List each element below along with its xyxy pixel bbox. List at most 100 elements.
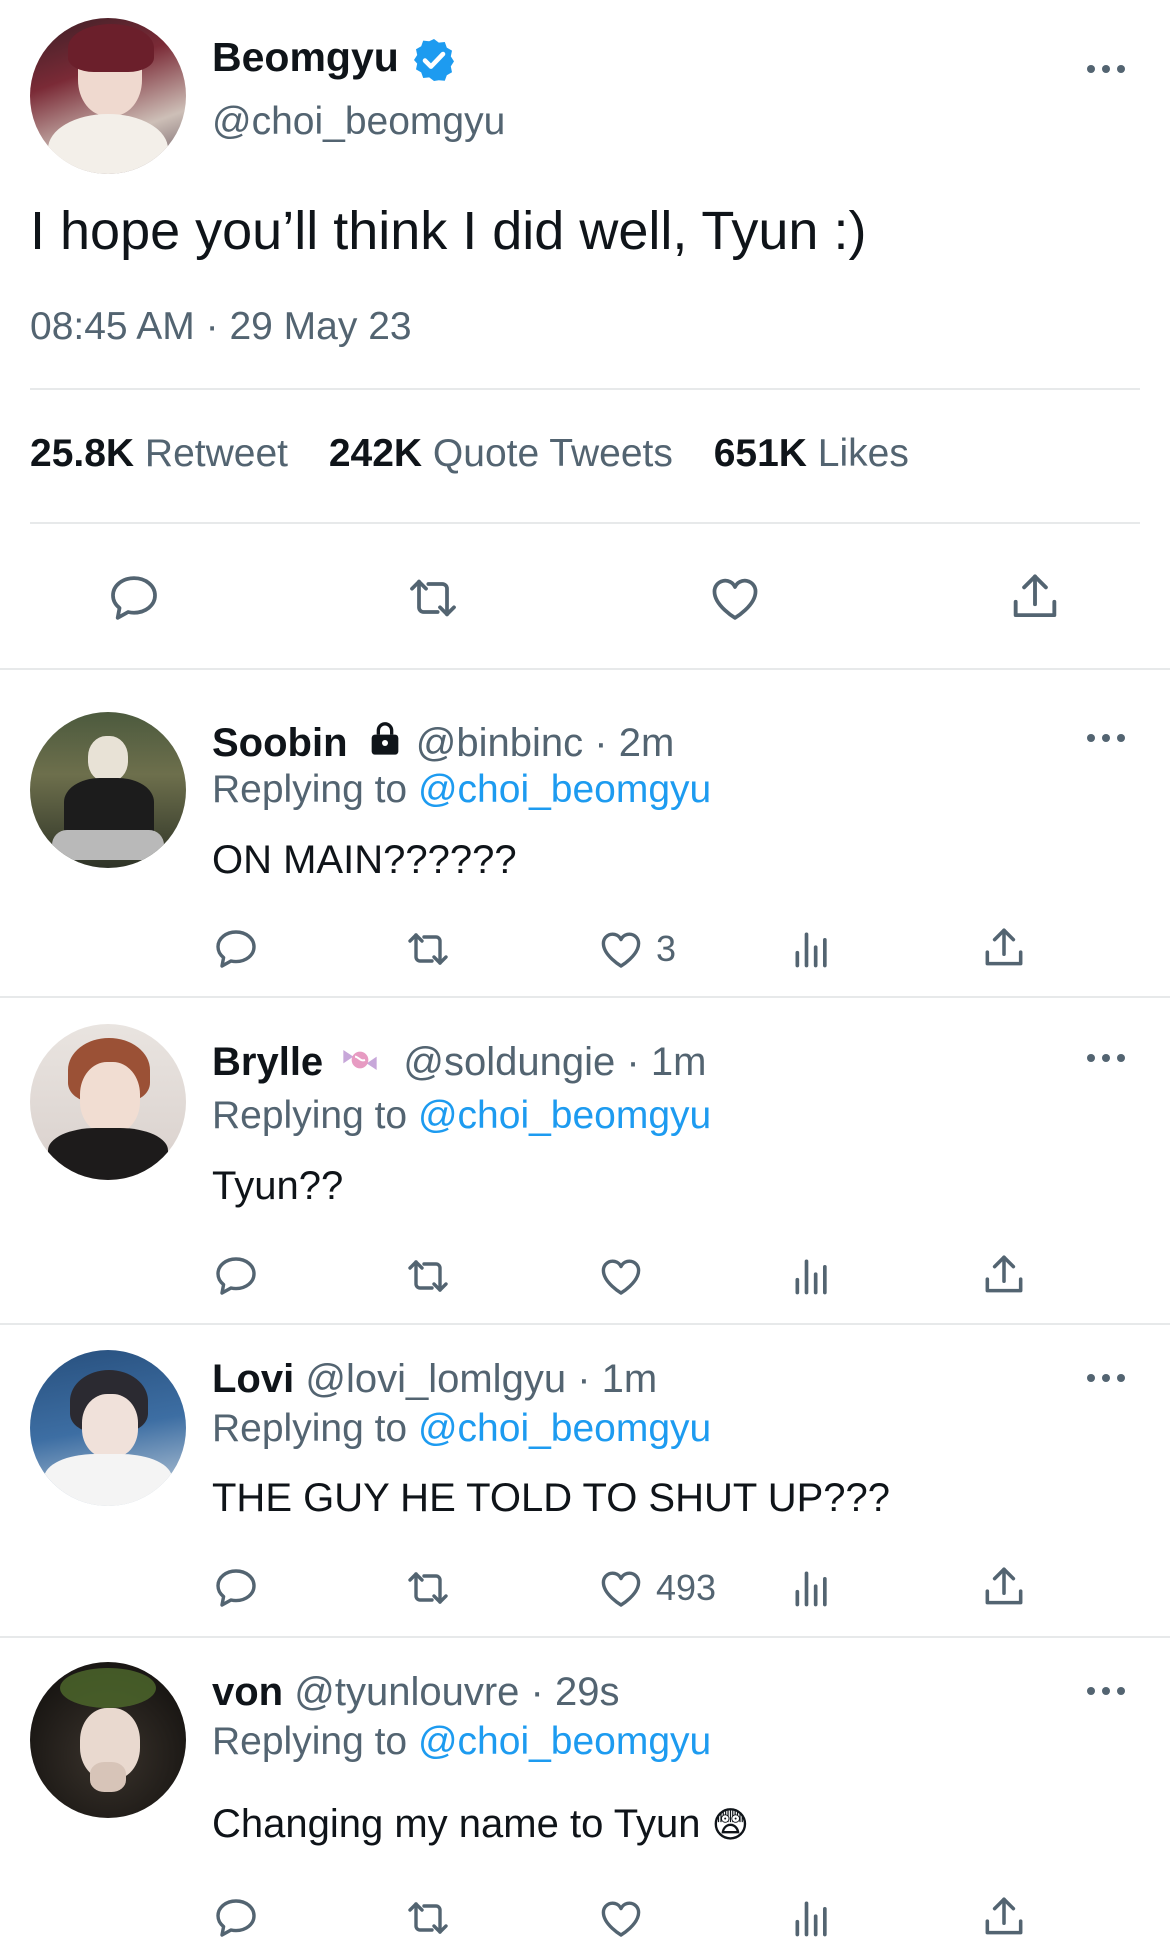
- divider: [30, 522, 1140, 524]
- reply-header: Lovi @lovi_lomlgyu · 1m: [212, 1357, 657, 1402]
- share-icon[interactable]: [979, 923, 1029, 973]
- lock-icon: [365, 718, 405, 758]
- reply-icon[interactable]: [212, 925, 260, 973]
- tweet-time: 08:45 AM: [30, 305, 195, 348]
- share-icon[interactable]: [979, 1250, 1029, 1300]
- reply-handle[interactable]: @lovi_lomlgyu: [305, 1357, 566, 1401]
- retweets-count: 25.8K: [30, 432, 135, 475]
- reply-avatar[interactable]: [30, 712, 186, 868]
- share-icon[interactable]: [979, 1562, 1029, 1612]
- replying-to: Replying to @choi_beomgyu: [212, 1720, 711, 1764]
- main-tweet-text: I hope you’ll think I did well, Tyun :): [30, 201, 867, 261]
- like-icon: [596, 1252, 646, 1300]
- share-icon[interactable]: [1006, 568, 1064, 626]
- reply-display-name[interactable]: Soobin: [212, 721, 348, 765]
- replying-to-link[interactable]: @choi_beomgyu: [418, 768, 711, 811]
- retweet-icon[interactable]: [402, 1252, 454, 1300]
- reply-display-name[interactable]: Lovi: [212, 1357, 294, 1401]
- analytics-icon[interactable]: [790, 925, 834, 973]
- replying-to-prefix: Replying to: [212, 1407, 408, 1450]
- like-action[interactable]: [596, 1894, 656, 1942]
- quotes-label: Quote Tweets: [432, 432, 673, 475]
- divider: [0, 996, 1170, 998]
- replying-to: Replying to @choi_beomgyu: [212, 768, 711, 812]
- like-count: 3: [656, 928, 677, 969]
- reply-handle[interactable]: @binbinc: [416, 721, 583, 765]
- reply-handle[interactable]: @tyunlouvre: [294, 1670, 519, 1714]
- reply-header: von @tyunlouvre · 29s: [212, 1670, 619, 1715]
- reply-header: Soobin @binbinc · 2m: [212, 718, 674, 766]
- verified-badge-icon: [410, 36, 458, 84]
- retweet-icon[interactable]: [402, 1894, 454, 1942]
- reply-icon[interactable]: [212, 1564, 260, 1612]
- more-options-icon[interactable]: [1087, 63, 1127, 75]
- reply-avatar[interactable]: [30, 1024, 186, 1180]
- like-action[interactable]: 493: [596, 1564, 716, 1612]
- reply-meta-separator: ·: [626, 1040, 640, 1084]
- analytics-icon[interactable]: [790, 1564, 834, 1612]
- reply-handle[interactable]: @soldungie: [403, 1040, 615, 1084]
- reply-icon[interactable]: [106, 570, 162, 626]
- replying-to-link[interactable]: @choi_beomgyu: [418, 1407, 711, 1450]
- replying-to-link[interactable]: @choi_beomgyu: [418, 1094, 711, 1137]
- like-icon: [596, 1894, 646, 1942]
- more-options-icon[interactable]: [1087, 1052, 1127, 1064]
- like-icon: [596, 1564, 646, 1612]
- reply-text-row: Changing my name to Tyun 😨: [212, 1802, 749, 1847]
- reply-time: 2m: [618, 721, 675, 765]
- like-icon[interactable]: [706, 570, 764, 626]
- reply-header: Brylle @soldungie · 1m: [212, 1040, 706, 1085]
- divider: [0, 1323, 1170, 1325]
- reply-display-name[interactable]: Brylle: [212, 1040, 323, 1084]
- tweet-stats: 25.8K Retweet 242K Quote Tweets 651K Lik…: [30, 432, 909, 476]
- reply-text: THE GUY HE TOLD TO SHUT UP???: [212, 1476, 891, 1520]
- quotes-count: 242K: [328, 432, 423, 475]
- main-handle[interactable]: @choi_beomgyu: [212, 100, 505, 144]
- main-display-name[interactable]: Beomgyu: [212, 34, 399, 81]
- more-options-icon[interactable]: [1087, 732, 1127, 744]
- reply-text: ON MAIN??????: [212, 838, 517, 882]
- replying-to-link[interactable]: @choi_beomgyu: [418, 1720, 711, 1763]
- reply-text: Changing my name to Tyun: [212, 1802, 701, 1846]
- reply-meta-separator: ·: [594, 721, 608, 765]
- like-count: 493: [656, 1567, 717, 1608]
- divider: [0, 668, 1170, 670]
- time-separator: ·: [205, 305, 219, 348]
- share-icon[interactable]: [979, 1892, 1029, 1942]
- analytics-icon[interactable]: [790, 1252, 834, 1300]
- main-timestamp: 08:45 AM · 29 May 23: [30, 305, 412, 349]
- likes-count: 651K: [713, 432, 807, 475]
- replying-to-prefix: Replying to: [212, 768, 408, 811]
- reply-text: Tyun??: [212, 1164, 344, 1208]
- replying-to: Replying to @choi_beomgyu: [212, 1407, 711, 1451]
- likes-label: Likes: [817, 432, 909, 475]
- reply-avatar[interactable]: [30, 1662, 186, 1818]
- divider: [30, 388, 1140, 390]
- like-icon: [596, 925, 646, 973]
- reply-time: 1m: [650, 1040, 707, 1084]
- likes-stat[interactable]: 651K Likes: [714, 432, 909, 475]
- main-avatar[interactable]: [30, 18, 186, 174]
- like-action[interactable]: [596, 1252, 656, 1300]
- reply-icon[interactable]: [212, 1252, 260, 1300]
- replying-to: Replying to @choi_beomgyu: [212, 1094, 711, 1138]
- retweet-icon[interactable]: [402, 1564, 454, 1612]
- more-options-icon[interactable]: [1087, 1685, 1127, 1697]
- reply-avatar[interactable]: [30, 1350, 186, 1506]
- reply-time: 1m: [601, 1357, 658, 1401]
- replying-to-prefix: Replying to: [212, 1720, 408, 1763]
- tweet-date: 29 May 23: [229, 305, 412, 348]
- fearful-face-emoji: 😨: [711, 1804, 750, 1845]
- reply-icon[interactable]: [212, 1894, 260, 1942]
- replying-to-prefix: Replying to: [212, 1094, 408, 1137]
- more-options-icon[interactable]: [1087, 1372, 1127, 1384]
- divider: [0, 1636, 1170, 1638]
- retweet-icon[interactable]: [404, 570, 462, 626]
- reply-display-name[interactable]: von: [212, 1670, 283, 1714]
- analytics-icon[interactable]: [790, 1894, 834, 1942]
- retweets-stat[interactable]: 25.8K Retweet: [30, 432, 299, 475]
- quotes-stat[interactable]: 242K Quote Tweets: [329, 432, 684, 475]
- like-action[interactable]: 3: [596, 925, 676, 973]
- retweet-icon[interactable]: [402, 925, 454, 973]
- retweets-label: Retweet: [144, 432, 288, 475]
